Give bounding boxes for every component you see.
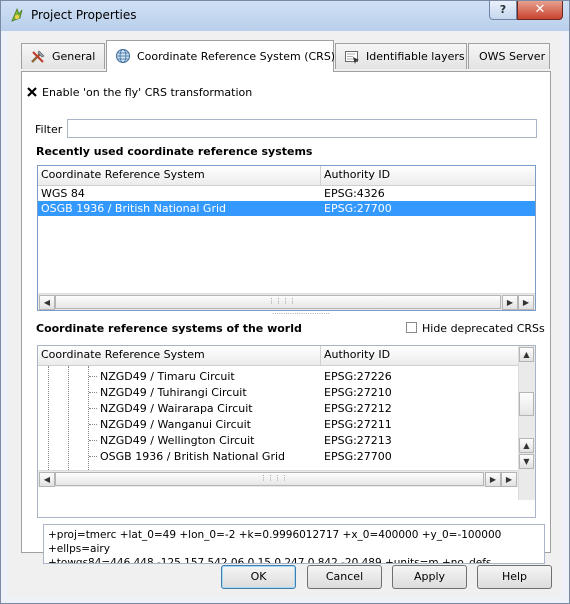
tab-crs[interactable]: Coordinate Reference System (CRS) [106, 40, 336, 72]
help-button[interactable]: Help [477, 565, 552, 589]
scroll-right-icon[interactable]: ▶ [502, 295, 518, 310]
tab-label: General [52, 50, 96, 63]
cancel-button[interactable]: Cancel [307, 565, 382, 589]
scroll-left-icon[interactable]: ◀ [39, 295, 55, 310]
tree-branch [89, 408, 97, 409]
scroll-down-icon[interactable]: ▼ [519, 454, 534, 469]
proj4-line-2: +towgs84=446.448,-125.157,542.06,0.15,0.… [48, 557, 492, 564]
world-crs-table: Coordinate Reference System Authority ID… [37, 345, 536, 518]
list-item[interactable]: NZGD49 / Tuhirangi Circuit EPSG:27210 [38, 385, 518, 400]
otf-checkbox[interactable] [26, 86, 37, 97]
check-x-icon [27, 87, 37, 97]
world-table-header: Coordinate Reference System Authority ID [38, 346, 518, 366]
hide-deprecated-label: Hide deprecated CRSs [422, 322, 545, 335]
otf-label: Enable 'on the fly' CRS transformation [42, 86, 253, 99]
scroll-right-end-icon[interactable]: ▶ [518, 295, 534, 310]
crs-name-cell: NZGD49 / Wellington Circuit [100, 434, 255, 447]
help-title-button[interactable]: ? [489, 1, 517, 20]
list-item[interactable]: NZGD49 / Timaru Circuit EPSG:27226 [38, 369, 518, 384]
close-button[interactable]: ✕ [517, 1, 563, 20]
crs-name-cell: OSGB 1936 / British National Grid [41, 202, 227, 215]
recent-hscrollbar[interactable]: ◀ ⋮⋮⋮⋮ ▶ ▶ [38, 293, 535, 310]
list-item[interactable]: NZGD49 / Wanganui Circuit EPSG:27211 [38, 417, 518, 432]
authority-cell: EPSG:4326 [324, 187, 385, 200]
crs-name-cell: OSGB 1936 / British National Grid [100, 450, 286, 463]
scroll-thumb[interactable] [519, 392, 534, 416]
scroll-thumb[interactable]: ⋮⋮⋮⋮ [55, 295, 501, 309]
recent-table-header: Coordinate Reference System Authority ID [38, 166, 535, 186]
tools-icon [31, 50, 45, 63]
apply-button[interactable]: Apply [392, 565, 467, 589]
column-header-authority[interactable]: Authority ID [321, 166, 535, 185]
grip-icon: ⋮⋮⋮⋮ [260, 474, 288, 482]
identify-icon [345, 51, 359, 64]
scroll-up-page-icon[interactable]: ▲ [519, 438, 534, 453]
filter-label: Filter [35, 123, 63, 136]
crs-tab-panel: Enable 'on the fly' CRS transformation F… [21, 71, 551, 564]
globe-icon [116, 49, 130, 63]
authority-cell: EPSG:27700 [324, 202, 392, 215]
column-header-authority[interactable]: Authority ID [321, 346, 518, 365]
authority-cell: EPSG:27212 [324, 402, 392, 415]
crs-name-cell: NZGD49 / Tuhirangi Circuit [100, 386, 247, 399]
scroll-right-icon[interactable]: ▶ [485, 472, 501, 487]
authority-cell: EPSG:27210 [324, 386, 392, 399]
proj4-line-1: +proj=tmerc +lat_0=49 +lon_0=-2 +k=0.999… [48, 529, 502, 555]
authority-cell: EPSG:27226 [324, 370, 392, 383]
authority-cell: EPSG:27211 [324, 418, 392, 431]
scroll-right-end-icon[interactable]: ▶ [501, 472, 517, 487]
dialog-client: General Coordinate Reference System (CRS… [8, 31, 562, 597]
tab-general[interactable]: General [21, 43, 105, 69]
qgis-logo-icon [11, 7, 23, 22]
list-item[interactable]: OSGB 1936 / British National Grid EPSG:2… [38, 449, 518, 464]
list-item[interactable]: NZGD49 / Wellington Circuit EPSG:27213 [38, 433, 518, 448]
title-bar: Project Properties ? ✕ [1, 1, 569, 31]
scroll-left-icon[interactable]: ◀ [39, 472, 55, 487]
ok-button[interactable]: OK [221, 565, 296, 589]
filter-input[interactable] [67, 119, 537, 138]
world-crs-heading: Coordinate reference systems of the worl… [36, 322, 302, 335]
recent-crs-heading: Recently used coordinate reference syste… [36, 145, 313, 158]
tree-branch [89, 376, 97, 377]
recent-crs-table: Coordinate Reference System Authority ID… [37, 165, 536, 311]
tab-ows-server[interactable]: OWS Server [468, 43, 550, 69]
authority-cell: EPSG:27700 [324, 450, 392, 463]
crs-name-cell: WGS 84 [41, 187, 85, 200]
table-row-selected[interactable]: OSGB 1936 / British National Grid EPSG:2… [38, 201, 535, 216]
crs-name-cell: NZGD49 / Wanganui Circuit [100, 418, 251, 431]
tree-branch [89, 424, 97, 425]
column-header-crs[interactable]: Coordinate Reference System [38, 346, 321, 365]
column-header-crs[interactable]: Coordinate Reference System [38, 166, 321, 185]
crs-name-cell: NZGD49 / Wairarapa Circuit [100, 402, 253, 415]
splitter-handle[interactable]: ·························· [272, 311, 330, 318]
tree-branch [89, 440, 97, 441]
project-properties-window: Project Properties ? ✕ General Coordinat… [0, 0, 570, 604]
tab-label: OWS Server [479, 50, 546, 63]
tab-label: Identifiable layers [366, 50, 465, 63]
world-vscrollbar[interactable]: ▲ ▲ ▼ [518, 346, 535, 500]
scroll-thumb[interactable]: ⋮⋮⋮⋮ [55, 472, 484, 486]
proj4-definition: +proj=tmerc +lat_0=49 +lon_0=-2 +k=0.999… [43, 524, 545, 564]
crs-name-cell: NZGD49 / Timaru Circuit [100, 370, 235, 383]
hide-deprecated-checkbox[interactable] [406, 322, 417, 333]
tab-identifiable-layers[interactable]: Identifiable layers [335, 43, 467, 69]
tree-branch [89, 456, 97, 457]
window-title: Project Properties [31, 8, 137, 22]
scroll-up-icon[interactable]: ▲ [519, 347, 534, 362]
table-row[interactable]: WGS 84 EPSG:4326 [38, 186, 535, 201]
tree-branch [89, 392, 97, 393]
grip-icon: ⋮⋮⋮⋮ [268, 297, 296, 305]
authority-cell: EPSG:27213 [324, 434, 392, 447]
tab-label: Coordinate Reference System (CRS) [137, 50, 336, 63]
list-item[interactable]: NZGD49 / Wairarapa Circuit EPSG:27212 [38, 401, 518, 416]
world-hscrollbar[interactable]: ◀ ⋮⋮⋮⋮ ▶ ▶ [38, 470, 518, 487]
